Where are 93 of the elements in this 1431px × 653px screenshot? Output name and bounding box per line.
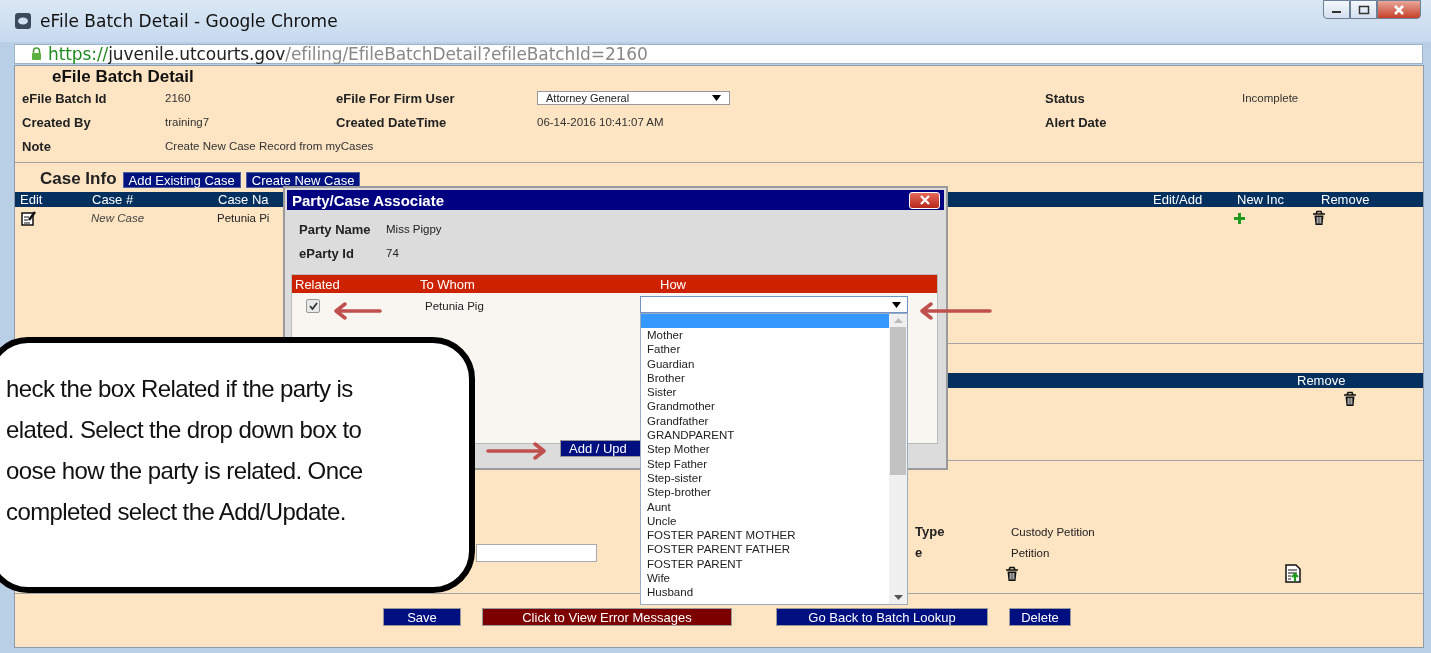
dropdown-option[interactable]: Step-sister <box>641 470 889 486</box>
browser-icon <box>14 12 32 30</box>
scroll-down-icon[interactable] <box>893 595 903 600</box>
field-value: Incomplete <box>1242 92 1300 104</box>
dropdown-option[interactable]: FOSTER PARENT FATHER <box>641 542 889 557</box>
field-label: Created By <box>22 114 92 130</box>
firm-user-select[interactable]: Attorney General <box>537 91 730 105</box>
table-cell-text: New Case <box>91 212 146 224</box>
dropdown-option[interactable]: Sister <box>641 385 889 400</box>
field-label: eFile Batch Id <box>22 90 108 106</box>
footer-button[interactable]: Go Back to Batch Lookup <box>776 608 988 626</box>
page-heading: eFile Batch Detail <box>51 66 195 86</box>
footer-button[interactable]: Save <box>383 608 461 626</box>
add-update-button[interactable]: Add / Upd <box>560 440 642 457</box>
scrollbar[interactable] <box>889 314 907 604</box>
caret-icon <box>892 301 901 308</box>
callout-text: oose how the party is related. Once <box>5 456 363 486</box>
edit-icon[interactable] <box>21 210 36 226</box>
dropdown-option[interactable]: Grandmother <box>641 399 889 414</box>
field-label: eParty Id <box>299 245 355 261</box>
window-title: eFile Batch Detail - Google Chrome <box>40 11 338 31</box>
caret-icon <box>712 95 721 101</box>
dialog-title: Party/Case Associate <box>292 191 445 209</box>
field-label: Created DateTime <box>336 114 448 130</box>
related-checkbox[interactable] <box>306 299 320 313</box>
section-title: Case Info <box>40 170 117 188</box>
field-value: Create New Case Record from myCases <box>165 140 375 152</box>
field-value: 2160 <box>165 92 192 104</box>
dropdown-option[interactable]: Uncle <box>641 513 889 529</box>
maximize-button[interactable] <box>1350 0 1377 19</box>
field-label: Status <box>1045 90 1086 106</box>
minimize-button[interactable] <box>1323 0 1350 19</box>
trash-icon[interactable] <box>1312 210 1326 226</box>
callout-text: completed select the Add/Update. <box>5 497 346 527</box>
maximize-icon <box>1357 4 1370 15</box>
close-icon <box>1392 3 1406 16</box>
dropdown-option[interactable]: FOSTER PARENT MOTHER <box>641 528 889 543</box>
field-value: training7 <box>165 116 211 128</box>
column-header: Edit/Add <box>1153 192 1204 207</box>
field-value: Custody Petition <box>1011 525 1095 538</box>
dropdown-option[interactable]: GRANDPARENT <box>641 428 889 443</box>
case-button[interactable]: Add Existing Case <box>122 172 241 188</box>
scrollbar-thumb[interactable] <box>890 327 906 475</box>
field-label: Type <box>915 524 946 539</box>
dropdown-option[interactable]: Grandfather <box>641 413 889 429</box>
column-header: New Inc <box>1237 192 1285 207</box>
trash-icon[interactable] <box>1005 565 1019 582</box>
field-value: 06-14-2016 10:41:07 AM <box>537 116 665 128</box>
pointer-arrow <box>332 302 382 320</box>
url-text: https://juvenile.utcourts.gov/efiling/EfileBatchDetail?efileBatchId=2160 <box>48 44 648 64</box>
dropdown-option[interactable]: Wife <box>641 571 889 586</box>
field-value: 74 <box>386 247 399 259</box>
field-label: Party Name <box>299 221 372 237</box>
field-label: Note <box>22 138 52 154</box>
case-button[interactable]: Create New Case <box>245 172 361 188</box>
table-cell: Petunia Pi <box>217 212 270 224</box>
field-label: Alert Date <box>1045 114 1108 130</box>
column-header: Case # <box>92 192 135 207</box>
trash-icon[interactable] <box>1343 391 1357 407</box>
dropdown-option[interactable]: Father <box>641 342 889 357</box>
dropdown-option[interactable]: Guardian <box>641 356 889 371</box>
dropdown-option[interactable]: Mother <box>641 328 889 343</box>
callout-text: heck the box Related if the party is <box>5 374 353 404</box>
column-header: Remove <box>1321 192 1371 207</box>
dropdown-option[interactable]: Step Father <box>641 456 889 471</box>
column-header: How <box>660 276 686 292</box>
footer-button[interactable]: Delete <box>1009 608 1071 626</box>
input-field[interactable] <box>476 543 597 562</box>
field-label: e <box>915 545 924 560</box>
field-label: eFile For Firm User <box>336 90 456 106</box>
add-icon[interactable] <box>1234 212 1245 224</box>
column-header: To Whom <box>420 276 476 292</box>
close-icon <box>918 195 931 205</box>
column-header: Edit <box>20 192 44 207</box>
dropdown-option[interactable]: Step Mother <box>641 442 889 457</box>
footer-button[interactable]: Click to View Error Messages <box>482 608 732 626</box>
pointer-arrow <box>486 442 548 460</box>
dropdown-option[interactable]: Brother <box>641 370 889 386</box>
dropdown-option[interactable]: Step-brother <box>641 485 889 500</box>
column-header: Remove <box>1297 373 1347 388</box>
dropdown-option[interactable]: Aunt <box>641 499 889 514</box>
field-value: Petition <box>1011 546 1050 559</box>
column-header: Related <box>295 276 341 292</box>
address-bar[interactable]: https://juvenile.utcourts.gov/efiling/EfileBatchDetail?efileBatchId=2160 <box>14 44 1423 64</box>
column-header: Case Na <box>218 192 269 207</box>
field-value: Miss Pigpy <box>386 223 442 235</box>
dropdown-option[interactable]: FOSTER PARENT <box>641 556 889 572</box>
table-cell: Petunia Pig <box>425 300 484 312</box>
lock-icon <box>31 47 42 61</box>
callout-text: elated. Select the drop down box to <box>5 415 362 445</box>
document-upload-icon[interactable] <box>1285 564 1301 583</box>
dropdown-option[interactable]: Husband <box>641 585 889 600</box>
how-select[interactable] <box>640 296 908 313</box>
